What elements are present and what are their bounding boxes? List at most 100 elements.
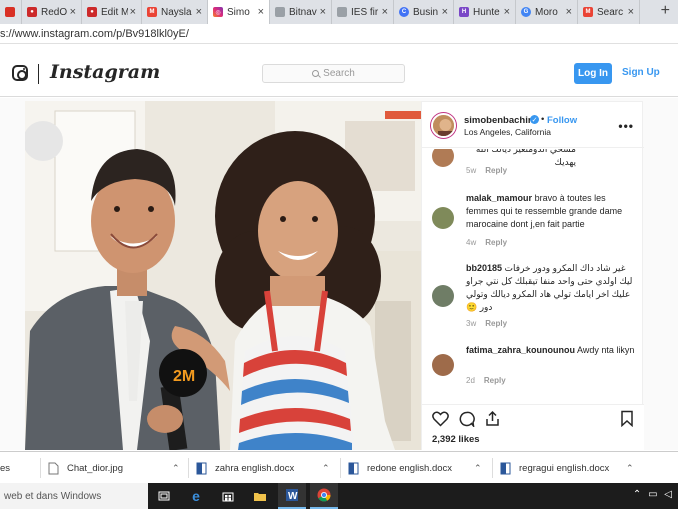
comment-username[interactable]: malak_mamour [466,193,532,203]
taskbar-search-box[interactable]: web et dans Windows [0,483,148,509]
svg-text:W: W [288,491,298,502]
comment-item: bb20185 غير شاد داك المكرو ودور خرفات لي… [422,262,644,332]
instagram-camera-icon[interactable] [12,65,28,81]
post-location[interactable]: Los Angeles, California [464,127,551,137]
store-button[interactable] [214,483,242,509]
likes-count[interactable]: 2,392 likes [432,434,480,445]
browser-tab[interactable]: G Moro × [516,0,578,24]
reply-button[interactable]: Reply [485,166,507,175]
browser-tab[interactable]: ● Edit M × [82,0,142,24]
login-button[interactable]: Log In [574,63,612,84]
gmail-icon: M [583,7,593,17]
browser-tab[interactable]: ● RedO × [22,0,82,24]
browser-tab[interactable] [0,0,22,24]
post-side-panel: simobenbachir ✓ • Follow Los Angeles, Ca… [421,101,644,452]
chevron-up-icon[interactable]: ⌃ [322,463,330,474]
commenter-avatar[interactable] [432,354,454,376]
close-icon[interactable]: × [382,6,388,18]
browser-tab-active[interactable]: ◎ Simo × [208,0,270,24]
comments-list[interactable]: مسحي الدومتعير ديالك الله يهديك 5w Reply … [422,149,644,404]
commenter-avatar[interactable] [432,285,454,307]
comment-time: 3w [466,319,477,328]
close-icon[interactable]: × [258,6,264,18]
volume-icon[interactable]: ◁ [664,489,672,500]
download-filename: regragui english.docx [519,462,610,474]
divider [340,458,341,478]
more-options-button[interactable]: ••• [618,119,634,133]
close-icon[interactable]: × [628,6,634,18]
hunter-icon: H [459,7,469,17]
author-username[interactable]: simobenbachir [464,115,532,126]
network-icon[interactable]: ▭ [648,489,657,500]
search-input[interactable]: Search [262,64,405,83]
close-icon[interactable]: × [442,6,448,18]
post-photo[interactable]: 2M [25,101,421,450]
browser-tab[interactable]: IES fir × [332,0,394,24]
bookmark-icon[interactable] [620,410,634,427]
avatar-image [433,115,454,136]
download-filename: es [0,462,11,474]
circle-c-icon: C [399,7,409,17]
verified-badge-icon: ✓ [530,115,539,124]
browser-tab[interactable]: M Searc × [578,0,640,24]
close-icon[interactable]: × [130,6,136,18]
like-heart-icon[interactable] [432,411,449,427]
download-item[interactable]: regragui english.docx ⌃ [500,452,640,484]
store-icon [222,492,234,502]
browser-tab[interactable]: H Hunte × [454,0,516,24]
search-placeholder: Search [323,68,355,79]
instagram-wordmark[interactable]: Instagram [50,61,160,83]
chevron-up-icon[interactable]: ⌃ [474,463,482,474]
new-tab-button[interactable]: + [661,2,670,20]
comment-meta: 5w Reply [466,166,507,175]
comment-meta: 4w Reply [466,238,507,247]
download-item[interactable]: es [0,452,40,484]
browser-tab[interactable]: Bitnav × [270,0,332,24]
comment-username[interactable]: fatima_zahra_kounounou [466,345,575,355]
comment-time: 2d [466,376,475,385]
chevron-up-icon[interactable]: ⌃ [633,489,641,500]
signup-link[interactable]: Sign Up [622,67,660,78]
download-item[interactable]: Chat_dior.jpg ⌃ [48,452,188,484]
google-icon: G [521,7,531,17]
comment-bubble-icon[interactable] [458,411,475,427]
red-o-icon: ● [87,7,97,17]
file-explorer-button[interactable] [246,483,274,509]
comment-username[interactable]: bb20185 [466,263,502,273]
close-icon[interactable]: × [320,6,326,18]
reply-button[interactable]: Reply [485,319,507,328]
author-avatar[interactable] [431,113,456,138]
task-view-button[interactable] [150,483,178,509]
url-text[interactable]: s://www.instagram.com/p/Bv918lkl0yE/ [0,28,189,40]
post-header: simobenbachir ✓ • Follow Los Angeles, Ca… [422,102,644,148]
download-item[interactable]: redone english.docx ⌃ [348,452,488,484]
close-icon[interactable]: × [70,6,76,18]
download-filename: redone english.docx [367,462,453,474]
word-file-icon [500,462,511,475]
close-icon[interactable]: × [566,6,572,18]
edge-button[interactable]: e [182,483,210,509]
chrome-button[interactable] [310,483,338,509]
comment-item: fatima_zahra_kounounou Awdy nta likyn 2d… [422,344,644,389]
follow-button[interactable]: Follow [547,115,577,126]
commenter-avatar[interactable] [432,207,454,229]
reply-button[interactable]: Reply [484,376,506,385]
address-bar[interactable]: s://www.instagram.com/p/Bv918lkl0yE/ [0,24,678,44]
download-item[interactable]: zahra english.docx ⌃ [196,452,336,484]
document-icon [337,7,347,17]
browser-tab[interactable]: C Busin × [394,0,454,24]
browser-tab[interactable]: M Naysla × [142,0,208,24]
divider [188,458,189,478]
svg-text:2M: 2M [173,368,195,385]
commenter-avatar[interactable] [432,149,454,167]
close-icon[interactable]: × [196,6,202,18]
windows-taskbar: web et dans Windows e W ⌃ ▭ ◁ [0,483,678,509]
close-icon[interactable]: × [504,6,510,18]
download-filename: zahra english.docx [215,462,295,474]
word-button[interactable]: W [278,483,306,509]
system-tray[interactable]: ⌃ ▭ ◁ [633,489,672,500]
chevron-up-icon[interactable]: ⌃ [626,463,634,474]
reply-button[interactable]: Reply [485,238,507,247]
chevron-up-icon[interactable]: ⌃ [172,463,180,474]
share-icon[interactable] [484,410,501,427]
